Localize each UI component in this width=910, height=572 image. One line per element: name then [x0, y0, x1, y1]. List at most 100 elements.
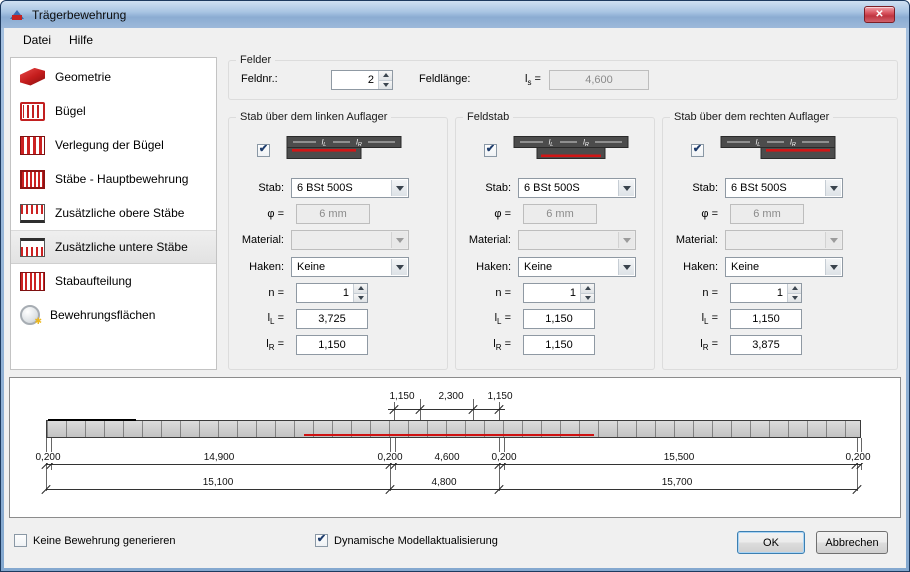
- stab-label: Stab:: [485, 182, 511, 194]
- group-felder: Felder Feldnr.: 2 Feldlänge: ls = 4,600: [228, 54, 898, 100]
- checkbox-box: ✔: [315, 534, 328, 547]
- n-value: 1: [342, 287, 349, 299]
- chevron-down-icon: [391, 232, 407, 248]
- cancel-button-label: Abbrechen: [825, 536, 879, 549]
- ok-button[interactable]: OK: [737, 531, 805, 554]
- group-title: Stab über dem linken Auflager: [236, 111, 392, 123]
- stab-enabled-checkbox[interactable]: ✔: [484, 144, 497, 157]
- checkbox-label: Dynamische Modellaktualisierung: [334, 534, 498, 547]
- feldlaenge-label: Feldlänge:: [419, 73, 471, 85]
- spin-down-button[interactable]: [788, 293, 801, 302]
- stab-value: 6 BSt 500S: [524, 182, 580, 194]
- group-stab-right-support: Stab über dem rechten Auflager ✔ lL lR S…: [662, 111, 898, 370]
- dim-label: 15,100: [200, 477, 236, 488]
- chevron-down-icon: [825, 232, 841, 248]
- haken-select[interactable]: Keine: [725, 257, 843, 277]
- cancel-button[interactable]: Abbrechen: [816, 531, 888, 554]
- lr-field[interactable]: 3,875: [730, 335, 802, 355]
- ll-field[interactable]: 1,150: [730, 309, 802, 329]
- haken-value: Keine: [297, 261, 326, 273]
- haken-value: Keine: [524, 261, 553, 273]
- check-icon: ✔: [316, 533, 327, 545]
- check-icon: ✔: [258, 143, 269, 155]
- haken-select[interactable]: Keine: [291, 257, 409, 277]
- spin-down-button[interactable]: [354, 293, 367, 302]
- menu-datei[interactable]: Datei: [14, 29, 60, 51]
- ok-button-label: OK: [763, 536, 779, 549]
- chevron-down-icon: [618, 259, 634, 275]
- sidebar-item-label: Stabaufteilung: [55, 274, 132, 288]
- dim-label: 4,800: [429, 477, 459, 488]
- dim-label: 15,700: [659, 477, 695, 488]
- haken-value: Keine: [731, 261, 760, 273]
- stab-enabled-checkbox[interactable]: ✔: [691, 144, 704, 157]
- sidebar-item-staebe-hauptbewehrung[interactable]: Stäbe - Hauptbewehrung: [11, 162, 216, 196]
- sidebar-item-zusaetzliche-untere-staebe[interactable]: Zusätzliche untere Stäbe: [11, 230, 216, 264]
- ll-field[interactable]: 1,150: [523, 309, 595, 329]
- lr-label: lR =: [266, 337, 284, 353]
- n-label: n =: [702, 287, 718, 299]
- lr-field[interactable]: 1,150: [296, 335, 368, 355]
- stab-preview-image: lL lR: [286, 133, 402, 163]
- ll-field[interactable]: 3,725: [296, 309, 368, 329]
- spin-up-button[interactable]: [379, 71, 392, 81]
- chevron-down-icon: [618, 180, 634, 196]
- menu-hilfe[interactable]: Hilfe: [60, 29, 102, 51]
- feldnr-stepper[interactable]: 2: [331, 70, 393, 90]
- ll-label: lL =: [494, 311, 511, 327]
- spin-down-button[interactable]: [379, 80, 392, 89]
- lr-label: lR =: [493, 337, 511, 353]
- top-bars-icon: [20, 203, 45, 223]
- close-button[interactable]: ✕: [864, 6, 895, 23]
- stab-label: Stab:: [258, 182, 284, 194]
- dimension-line: [46, 464, 861, 465]
- stab-select[interactable]: 6 BSt 500S: [291, 178, 409, 198]
- ll-label: lL =: [267, 311, 284, 327]
- app-icon: [10, 9, 24, 20]
- lr-label: lR =: [700, 337, 718, 353]
- stepper-buttons: [787, 284, 801, 302]
- reinforcement-areas-icon: ✱: [20, 305, 42, 326]
- sidebar-item-verlegung-der-buegel[interactable]: Verlegung der Bügel: [11, 128, 216, 162]
- feldlaenge-field: 4,600: [549, 70, 649, 90]
- no-reinforcement-checkbox[interactable]: Keine Bewehrung generieren: [14, 534, 176, 547]
- sidebar-item-label: Zusätzliche obere Stäbe: [55, 206, 185, 220]
- n-stepper[interactable]: 1: [296, 283, 368, 303]
- dynamic-update-checkbox[interactable]: ✔ Dynamische Modellaktualisierung: [315, 534, 498, 547]
- ls-label: ls =: [525, 73, 541, 88]
- sidebar-item-zusaetzliche-obere-staebe[interactable]: Zusätzliche obere Stäbe: [11, 196, 216, 230]
- n-stepper[interactable]: 1: [730, 283, 802, 303]
- stab-preview-image: lL lR: [513, 133, 629, 163]
- spin-up-button[interactable]: [354, 284, 367, 294]
- sidebar-item-stabaufteilung[interactable]: Stabaufteilung: [11, 264, 216, 298]
- haken-select[interactable]: Keine: [518, 257, 636, 277]
- dim-label: 14,900: [201, 452, 237, 463]
- sidebar-item-buegel[interactable]: Bügel: [11, 94, 216, 128]
- stab-select[interactable]: 6 BSt 500S: [725, 178, 843, 198]
- chevron-down-icon: [618, 232, 634, 248]
- stab-select[interactable]: 6 BSt 500S: [518, 178, 636, 198]
- sidebar-item-bewehrungsflaechen[interactable]: ✱ Bewehrungsflächen: [11, 298, 216, 332]
- stab-value: 6 BSt 500S: [297, 182, 353, 194]
- sidebar-item-geometrie[interactable]: Geometrie: [11, 60, 216, 94]
- titlebar: Trägerbewehrung ✕: [1, 1, 909, 28]
- material-label: Material:: [468, 234, 511, 246]
- haken-label: Haken:: [476, 261, 511, 273]
- chevron-down-icon: [825, 180, 841, 196]
- bar-distribution-icon: [20, 271, 45, 291]
- phi-field: 6 mm: [523, 204, 597, 224]
- material-label: Material:: [675, 234, 718, 246]
- spin-down-button[interactable]: [581, 293, 594, 302]
- chevron-down-icon: [825, 259, 841, 275]
- stepper-buttons: [353, 284, 367, 302]
- phi-field: 6 mm: [730, 204, 804, 224]
- haken-label: Haken:: [249, 261, 284, 273]
- stab-enabled-checkbox[interactable]: ✔: [257, 144, 270, 157]
- checkbox-label: Keine Bewehrung generieren: [33, 534, 176, 547]
- dimension-line: [388, 409, 505, 410]
- spin-up-button[interactable]: [788, 284, 801, 294]
- spin-up-button[interactable]: [581, 284, 594, 294]
- n-value: 1: [569, 287, 576, 299]
- lr-field[interactable]: 1,150: [523, 335, 595, 355]
- n-stepper[interactable]: 1: [523, 283, 595, 303]
